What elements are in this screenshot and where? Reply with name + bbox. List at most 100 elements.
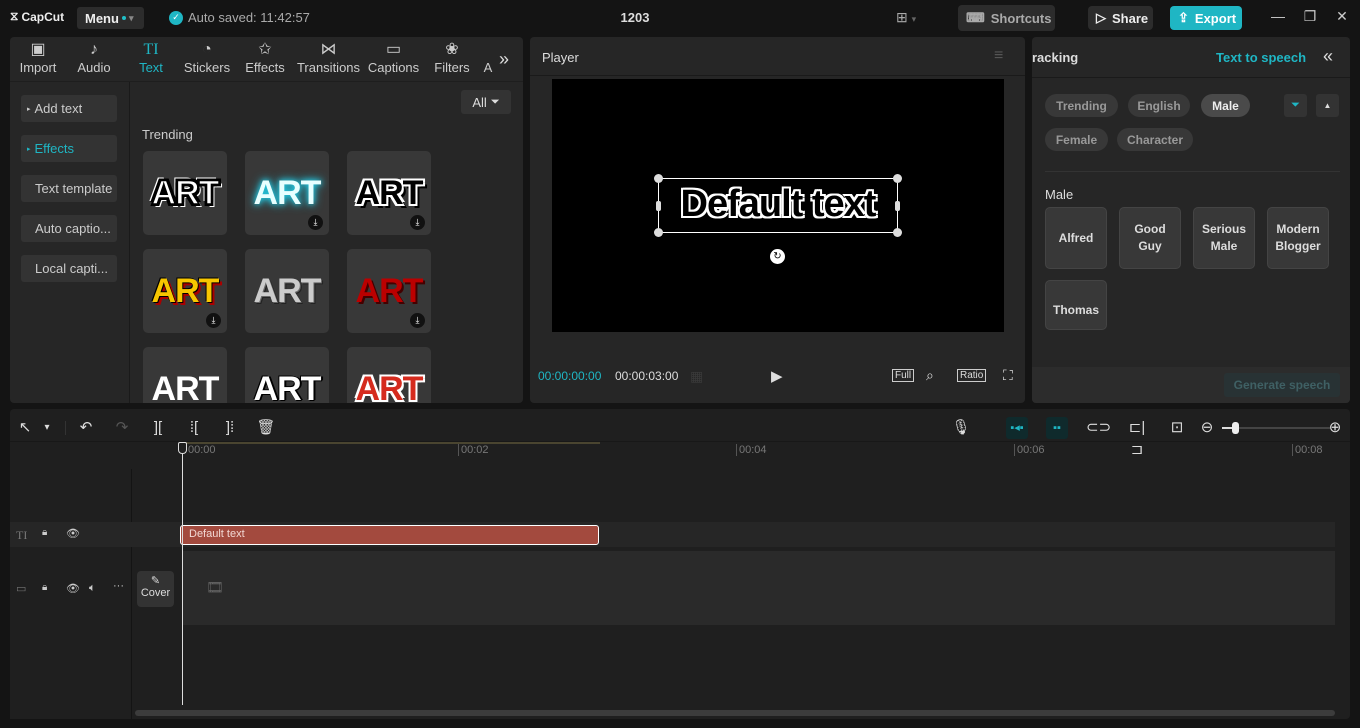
- filter-list-icon[interactable]: ⏷: [1284, 94, 1307, 117]
- sidebar-item-effects[interactable]: ▸ Effects: [21, 135, 117, 162]
- resize-handle[interactable]: [654, 174, 663, 183]
- sidebar-item-text-template[interactable]: Text template: [21, 175, 117, 202]
- playhead[interactable]: [182, 442, 183, 705]
- tab-captions[interactable]: ▭ Captions: [365, 40, 422, 75]
- effect-thumb[interactable]: ART ⤓: [245, 151, 329, 235]
- preview-axis-icon[interactable]: ⊏|⊐: [1126, 417, 1148, 458]
- split-icon[interactable]: ][: [147, 417, 169, 439]
- effect-thumb[interactable]: ART: [245, 347, 329, 403]
- maximize-button[interactable]: ❐: [1300, 8, 1320, 28]
- player-menu-icon[interactable]: ≡: [994, 47, 1003, 65]
- link-icon[interactable]: ⊂⊃: [1086, 417, 1111, 439]
- chip-male[interactable]: Male: [1201, 94, 1250, 117]
- effect-thumb[interactable]: ART: [245, 249, 329, 333]
- chip-female[interactable]: Female: [1045, 128, 1108, 151]
- effect-thumb[interactable]: ART: [143, 151, 227, 235]
- voice-option[interactable]: Modern Blogger: [1267, 207, 1329, 269]
- effect-thumb[interactable]: ART ⤓: [143, 249, 227, 333]
- resize-handle[interactable]: [654, 228, 663, 237]
- eye-icon[interactable]: 👁︎: [66, 582, 80, 595]
- zoom-preview-icon[interactable]: ⌕: [926, 367, 934, 384]
- zoom-out-icon[interactable]: ⊖: [1196, 417, 1218, 439]
- lock-icon[interactable]: 🔒︎: [42, 527, 47, 538]
- text-clip[interactable]: Default text: [180, 525, 599, 545]
- side-handle[interactable]: [895, 201, 900, 211]
- tab-text[interactable]: TI Text: [123, 40, 179, 75]
- download-icon[interactable]: ⤓: [410, 215, 425, 230]
- ratio-button[interactable]: Ratio: [957, 369, 987, 382]
- generate-speech-button[interactable]: Generate speech: [1224, 373, 1340, 397]
- tab-stickers[interactable]: ◔ Stickers: [179, 40, 235, 75]
- download-icon[interactable]: ⤓: [410, 313, 425, 328]
- chip-english[interactable]: English: [1128, 94, 1190, 117]
- effect-thumb[interactable]: ART: [143, 347, 227, 403]
- chip-trending[interactable]: Trending: [1045, 94, 1118, 117]
- resize-handle[interactable]: [893, 228, 902, 237]
- more-tabs-chevron-icon[interactable]: »: [499, 49, 509, 70]
- share-button[interactable]: ▷ Share: [1088, 6, 1153, 30]
- side-handle[interactable]: [656, 201, 661, 211]
- minimize-button[interactable]: —: [1268, 8, 1288, 28]
- effect-thumb[interactable]: ART ⤓: [347, 249, 431, 333]
- playhead-handle[interactable]: [178, 442, 187, 454]
- cover-button[interactable]: ✎ Cover: [137, 571, 174, 607]
- tab-adjustment[interactable]: A: [480, 40, 496, 75]
- zoom-slider-thumb[interactable]: [1232, 422, 1239, 434]
- collapse-filters-icon[interactable]: ▲: [1316, 94, 1339, 117]
- lock-icon[interactable]: 🔒︎: [42, 582, 47, 593]
- more-options-icon[interactable]: ···: [113, 580, 124, 592]
- sidebar-item-add-text[interactable]: ▸ Add text: [21, 95, 117, 122]
- preview-canvas[interactable]: Default text ↻: [552, 79, 1004, 332]
- resize-handle[interactable]: [893, 174, 902, 183]
- tab-effects[interactable]: ✩ Effects: [237, 40, 293, 75]
- audio-mute-icon[interactable]: 🔈︎: [89, 582, 96, 595]
- delete-left-icon[interactable]: ⁞[: [183, 417, 205, 439]
- fullscreen-icon[interactable]: ⛶: [1003, 367, 1013, 384]
- tab-audio[interactable]: ♪ Audio: [66, 40, 122, 75]
- redo-icon[interactable]: ↷: [111, 417, 133, 439]
- tab-filters[interactable]: ❀ Filters: [424, 40, 480, 75]
- text-selection-box[interactable]: Default text: [654, 174, 902, 237]
- effect-thumb[interactable]: ART ⤓: [347, 151, 431, 235]
- main-track-magnet-icon[interactable]: ▪◂▪: [1006, 417, 1028, 439]
- tab-tracking[interactable]: racking: [1032, 50, 1078, 65]
- chevron-down-icon[interactable]: ▾: [36, 417, 58, 439]
- full-quality-button[interactable]: Full: [892, 369, 915, 382]
- close-button[interactable]: ✕: [1332, 8, 1352, 28]
- layout-button[interactable]: ⊞ ▾: [896, 9, 916, 26]
- tab-transitions[interactable]: ⋈ Transitions: [295, 40, 362, 75]
- voice-option[interactable]: Serious Male: [1193, 207, 1255, 269]
- filter-all-button[interactable]: All ⏷: [461, 90, 511, 114]
- shortcuts-button[interactable]: ⌨ Shortcuts: [958, 5, 1055, 31]
- undo-icon[interactable]: ↶: [75, 417, 97, 439]
- zoom-to-fit-icon[interactable]: ⊡: [1166, 417, 1188, 439]
- tab-import[interactable]: ▣ Import: [10, 40, 66, 75]
- auto-snap-icon[interactable]: ▪▪: [1046, 417, 1068, 439]
- zoom-slider[interactable]: [1222, 422, 1330, 434]
- eye-icon[interactable]: 👁︎: [66, 527, 80, 540]
- menu-button[interactable]: Menu ▾: [77, 7, 144, 29]
- download-icon[interactable]: ⤓: [308, 215, 323, 230]
- canvas-text[interactable]: Default text: [659, 183, 897, 226]
- zoom-in-icon[interactable]: ⊕: [1324, 417, 1346, 439]
- horizontal-scrollbar[interactable]: [135, 710, 1335, 716]
- voice-option[interactable]: Thomas: [1045, 280, 1107, 330]
- voice-option[interactable]: Good Guy: [1119, 207, 1181, 269]
- delete-icon[interactable]: 🗑: [255, 417, 277, 439]
- chip-character[interactable]: Character: [1117, 128, 1193, 151]
- sidebar-item-auto-captions[interactable]: Auto captio...: [21, 215, 117, 242]
- select-tool-icon[interactable]: ↖: [14, 417, 36, 439]
- collapse-panel-icon[interactable]: «: [1323, 46, 1333, 67]
- delete-right-icon[interactable]: ]⁞: [219, 417, 241, 439]
- microphone-icon[interactable]: 🎙: [950, 417, 972, 439]
- play-button[interactable]: ▶: [771, 367, 783, 385]
- effect-thumb[interactable]: ART: [347, 347, 431, 403]
- download-icon[interactable]: ⤓: [206, 313, 221, 328]
- timeline-grid-icon[interactable]: ▦: [690, 368, 703, 385]
- rotate-icon[interactable]: ↻: [770, 249, 785, 264]
- project-title[interactable]: 1203: [600, 10, 670, 25]
- sidebar-item-local-captions[interactable]: Local capti...: [21, 255, 117, 282]
- export-button[interactable]: ⇪ Export: [1170, 6, 1242, 30]
- tab-text-to-speech[interactable]: Text to speech: [1216, 50, 1306, 65]
- voice-option[interactable]: Alfred: [1045, 207, 1107, 269]
